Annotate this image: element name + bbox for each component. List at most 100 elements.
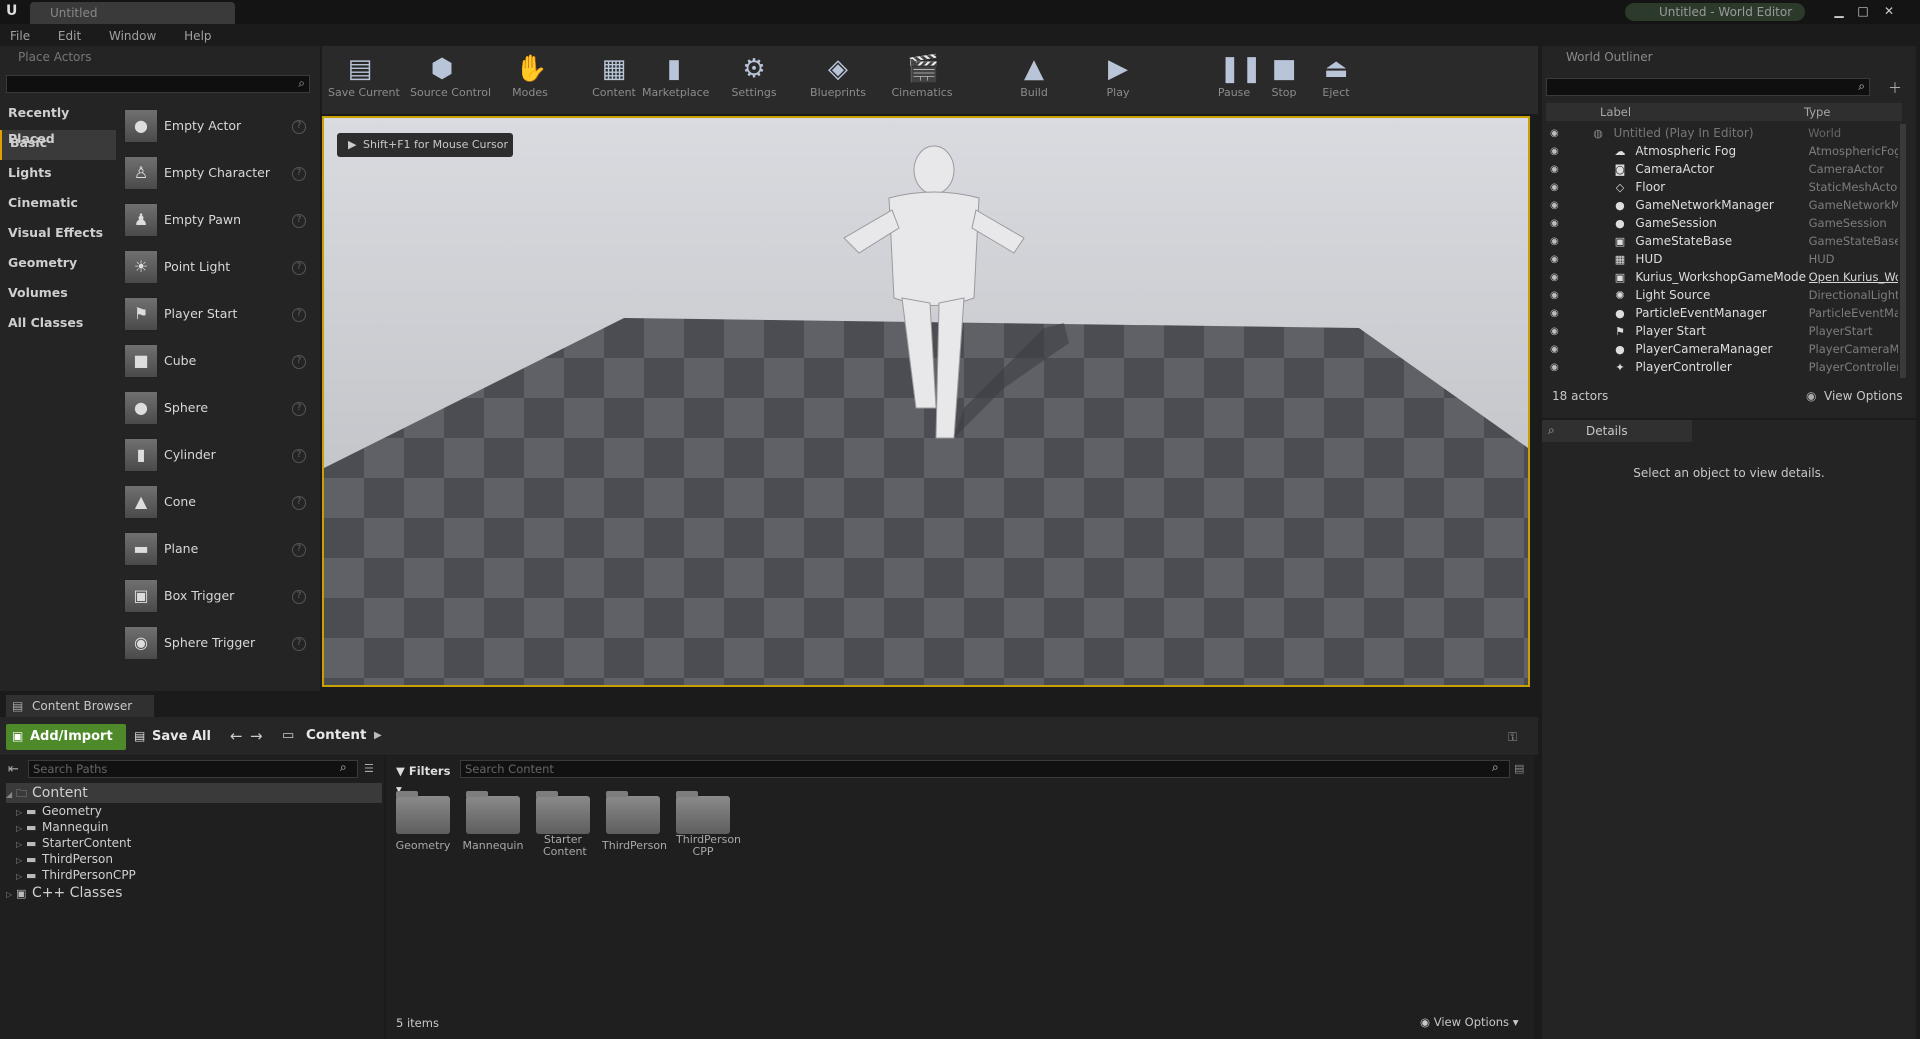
outliner-row[interactable]: ◉ ▣ GameStateBase GameStateBase	[1546, 232, 1898, 250]
tree-item-geometry[interactable]: ▷ ▬ Geometry	[6, 803, 382, 819]
world-outliner-tab[interactable]: World Outliner	[1546, 48, 1696, 66]
help-icon[interactable]: ?	[292, 449, 306, 463]
help-icon[interactable]: ?	[292, 402, 306, 416]
expand-icon[interactable]: ▷	[6, 885, 16, 905]
asset-folder-third-person-cpp[interactable]: ThirdPerson CPP	[672, 791, 741, 858]
actor-item-player-start[interactable]: ⚑ Player Start?	[118, 290, 314, 337]
help-icon[interactable]: ?	[292, 496, 306, 510]
filters-dropdown[interactable]: ▼ Filters ▾	[396, 762, 452, 796]
help-icon[interactable]: ?	[292, 590, 306, 604]
tree-item-starter-content[interactable]: ▷ ▬ StarterContent	[6, 835, 382, 851]
help-icon[interactable]: ?	[292, 167, 306, 181]
modes-button[interactable]: ✋ Modes	[498, 48, 562, 112]
breadcrumb-content[interactable]: Content	[306, 727, 366, 743]
eye-icon[interactable]: ◉	[1546, 182, 1570, 193]
eject-button[interactable]: ⏏ Eject	[1304, 48, 1368, 112]
eye-icon[interactable]: ◉	[1546, 344, 1570, 355]
actor-item-sphere-trigger[interactable]: ◉ Sphere Trigger?	[118, 619, 314, 666]
menu-edit[interactable]: Edit	[58, 26, 81, 46]
tree-item-cpp-classes[interactable]: ▷ ▣ C++ Classes	[6, 883, 382, 903]
eye-icon[interactable]: ◉	[1546, 218, 1570, 229]
help-icon[interactable]: ?	[292, 120, 306, 134]
actor-item-cylinder[interactable]: ▮ Cylinder?	[118, 431, 314, 478]
outliner-row[interactable]: ◉ ◙ CameraActor CameraActor	[1546, 160, 1898, 178]
outliner-row[interactable]: ◉ ✺ Light Source DirectionalLight	[1546, 286, 1898, 304]
actor-item-plane[interactable]: ▬ Plane?	[118, 525, 314, 572]
eye-icon[interactable]: ◉	[1546, 362, 1570, 373]
settings-button[interactable]: ⚙ Settings	[722, 48, 786, 112]
outliner-row[interactable]: ◉ ✦ PlayerController PlayerController	[1546, 358, 1898, 376]
chevron-right-icon[interactable]: ▶	[374, 730, 382, 741]
list-view-icon[interactable]: ☰	[364, 762, 374, 775]
label-column-header[interactable]: Label	[1600, 103, 1631, 121]
actor-item-cone[interactable]: ▲ Cone?	[118, 478, 314, 525]
tree-item-content[interactable]: ◢ 🗀 Content	[6, 783, 382, 803]
category-basic[interactable]: Basic	[0, 130, 116, 160]
outliner-row[interactable]: ◉●ParticleEventManagerParticleEventMan	[1546, 304, 1898, 322]
actor-item-sphere[interactable]: ● Sphere?	[118, 384, 314, 431]
menu-window[interactable]: Window	[109, 26, 156, 46]
help-icon[interactable]: ?	[292, 214, 306, 228]
cinematics-button[interactable]: 🎬 Cinematics	[890, 48, 954, 112]
expand-icon[interactable]: ◢	[6, 785, 16, 805]
marketplace-button[interactable]: ▮ Marketplace	[642, 48, 709, 112]
open-blueprint-link[interactable]: Open Kurius_Wo	[1809, 270, 1898, 284]
blueprints-button[interactable]: ◈ Blueprints	[806, 48, 870, 112]
category-recently-placed[interactable]: Recently Placed	[0, 100, 116, 146]
eye-icon[interactable]: ◉	[1546, 236, 1570, 247]
outliner-row[interactable]: ◉ ● GameSession GameSession	[1546, 214, 1898, 232]
save-search-icon[interactable]: ▤	[1514, 762, 1524, 775]
tree-item-third-person-cpp[interactable]: ▷ ▬ ThirdPersonCPP	[6, 867, 382, 883]
asset-folder-mannequin[interactable]: Mannequin	[462, 791, 524, 852]
content-browser-tab[interactable]: Content Browser	[6, 695, 154, 717]
level-tab[interactable]: Untitled	[30, 2, 235, 24]
content-button[interactable]: ▦ Content	[582, 48, 646, 112]
outliner-row[interactable]: ◉ ☁ Atmospheric Fog AtmosphericFog	[1546, 142, 1898, 160]
actor-item-box-trigger[interactable]: ▣ Box Trigger?	[118, 572, 314, 619]
eye-icon[interactable]: ◉	[1546, 200, 1570, 211]
forward-arrow-icon[interactable]: →	[250, 727, 263, 745]
category-lights[interactable]: Lights	[0, 160, 116, 190]
tree-item-third-person[interactable]: ▷ ▬ ThirdPerson	[6, 851, 382, 867]
eye-icon[interactable]: ◉	[1546, 254, 1570, 265]
actor-item-empty-pawn[interactable]: ♟ Empty Pawn?	[118, 196, 314, 243]
help-icon[interactable]: ?	[292, 637, 306, 651]
actor-item-cube[interactable]: ■ Cube?	[118, 337, 314, 384]
back-arrow-icon[interactable]: ←	[230, 727, 243, 745]
eye-icon[interactable]: ◉	[1546, 146, 1570, 157]
asset-folder-starter-content[interactable]: Starter Content	[532, 791, 594, 858]
actor-item-empty-actor[interactable]: ● Empty Actor?	[118, 102, 314, 149]
actor-item-empty-character[interactable]: ♙ Empty Character?	[118, 149, 314, 196]
lock-icon[interactable]: ⚿	[1508, 730, 1517, 745]
eye-icon[interactable]: ◉	[1546, 272, 1570, 283]
asset-folder-geometry[interactable]: Geometry	[392, 791, 454, 852]
help-icon[interactable]: ?	[292, 261, 306, 275]
outliner-row[interactable]: ◉ ▣ Kurius_WorkshopGameMode Open Kurius_Wo	[1546, 268, 1898, 286]
menu-file[interactable]: File	[10, 26, 30, 46]
asset-view-options[interactable]: ◉ View Options ▾	[1420, 1015, 1518, 1029]
outliner-row[interactable]: ◉ ◇ Floor StaticMeshActor	[1546, 178, 1898, 196]
help-icon[interactable]: ?	[292, 308, 306, 322]
search-content-input[interactable]: Search Content	[460, 760, 1510, 778]
unreal-logo-icon[interactable]: U	[6, 3, 22, 19]
menu-help[interactable]: Help	[184, 26, 211, 46]
build-button[interactable]: ▲ Build	[1002, 48, 1066, 112]
class-search-input[interactable]: ⌕	[6, 75, 310, 93]
help-icon[interactable]: ?	[292, 355, 306, 369]
eye-icon[interactable]: ◉	[1546, 290, 1570, 301]
add-folder-icon[interactable]: ＋	[1888, 78, 1902, 98]
collapse-sources-icon[interactable]: ⇤	[8, 762, 19, 777]
eye-icon[interactable]: ◉	[1546, 164, 1570, 175]
place-actors-tab[interactable]: Place Actors	[4, 48, 154, 66]
eye-icon[interactable]: ◉	[1546, 128, 1571, 139]
close-icon[interactable]: ✕	[1880, 2, 1898, 20]
category-volumes[interactable]: Volumes	[0, 280, 116, 310]
outliner-row[interactable]: ◉●GameNetworkManagerGameNetworkMan	[1546, 196, 1898, 214]
category-visual-effects[interactable]: Visual Effects	[0, 220, 116, 250]
type-column-header[interactable]: Type	[1804, 103, 1830, 121]
outliner-scrollbar[interactable]	[1900, 124, 1906, 378]
details-tab[interactable]: Details	[1542, 420, 1692, 442]
minimize-icon[interactable]: ▁	[1830, 2, 1848, 20]
outliner-row[interactable]: ◉ ◍ Untitled (Play In Editor) World	[1546, 124, 1898, 142]
save-current-button[interactable]: ▤ Save Current	[328, 48, 400, 112]
